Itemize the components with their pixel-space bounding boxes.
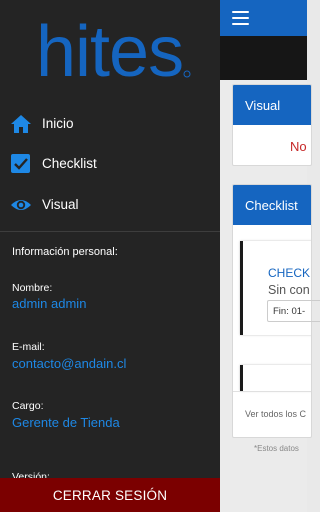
logout-button[interactable]: CERRAR SESIÓN: [0, 478, 220, 512]
visual-card-body: No: [290, 139, 307, 154]
home-icon: [11, 115, 31, 133]
footnote: *Estos datos: [254, 444, 299, 453]
email-value[interactable]: contacto@andain.cl: [12, 356, 126, 371]
nav-item-checklist[interactable]: Checklist: [0, 147, 220, 181]
role-label: Cargo:: [12, 400, 44, 412]
visual-card-title: Visual: [233, 85, 311, 125]
email-label: E-mail:: [12, 341, 45, 353]
checklist-item-title: CHECK: [268, 266, 311, 280]
name-label: Nombre:: [12, 282, 53, 294]
nav-item-label: Inicio: [42, 116, 74, 131]
visual-card: Visual No: [232, 84, 312, 166]
nav-item-label: Checklist: [42, 156, 97, 171]
checklist-item[interactable]: [240, 365, 311, 391]
nav-item-visual[interactable]: Visual: [0, 188, 220, 222]
checklist-item-fin: Fin: 01-: [267, 300, 320, 322]
role-value: Gerente de Tienda: [12, 415, 120, 430]
navigation-drawer: hites Inicio Checklist Visual Informació…: [0, 0, 220, 512]
svg-text:hites: hites: [36, 12, 183, 82]
personal-info-heading: Información personal:: [12, 246, 118, 258]
menu-icon[interactable]: [232, 11, 249, 25]
divider: [0, 231, 220, 232]
eye-icon: [11, 200, 31, 210]
name-value: admin admin: [12, 296, 87, 311]
view-all-checklists-link[interactable]: Ver todos los C: [233, 391, 311, 437]
nav-item-label: Visual: [42, 197, 79, 212]
nav-item-inicio[interactable]: Inicio: [0, 107, 220, 141]
checklist-card-title: Checklist: [233, 185, 311, 225]
checklist-item-subtitle: Sin con: [268, 283, 310, 297]
checkbox-icon: [11, 154, 30, 173]
brand-logo: hites: [0, 0, 220, 100]
